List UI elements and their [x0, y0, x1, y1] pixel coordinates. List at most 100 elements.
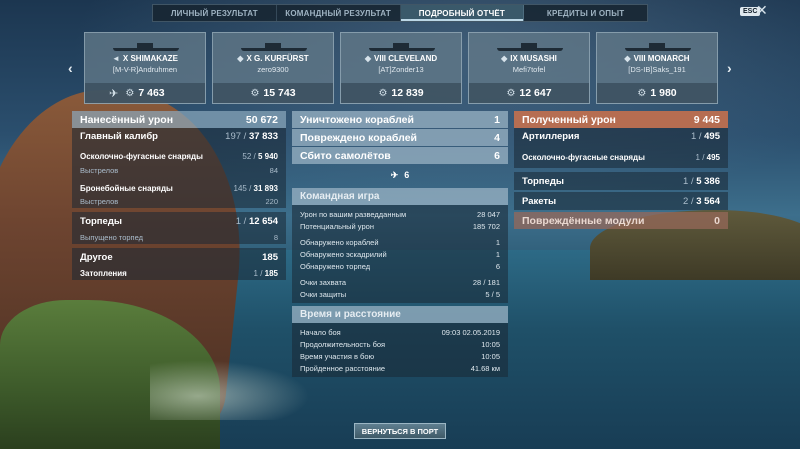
player-name: [M-V-R]Andruhmen — [112, 65, 178, 74]
participation-time-row: Время участия в бою 10:05 — [292, 350, 508, 362]
torpedoes-launched-row: Выпущено торпед 8 — [72, 230, 286, 244]
damage-value: 12 839 — [391, 87, 424, 99]
torpedoes-spotted-value: 6 — [495, 261, 500, 271]
damage-received-panel: Полученный урон 9 445 Артиллерия 1 / 495… — [514, 111, 728, 229]
player-name: zero9300 — [257, 65, 289, 74]
ship-name: ◆ VIII CLEVELAND — [341, 54, 461, 63]
rockets-value: 2 / 3 564 — [683, 195, 720, 207]
player-name: Mefi7tofel — [512, 65, 546, 74]
potential-damage-row: Потенциальный урон 185 702 — [292, 220, 508, 232]
capture-points-row: Очки захвата 28 / 181 — [292, 276, 508, 288]
other-row: Другое 185 — [72, 248, 286, 266]
flooding-value: 1 / 185 — [253, 268, 278, 278]
torpedoes-value: 1 / 12 654 — [235, 215, 278, 227]
artillery-block: Артиллерия 1 / 495 Осколочно-фугасные сн… — [514, 128, 728, 168]
player-name: [AT]Zonder13 — [378, 65, 424, 74]
damage-value: 15 743 — [263, 87, 296, 99]
ship-class-icon: ◆ — [624, 54, 631, 63]
ship-silhouette-icon — [625, 43, 691, 51]
ap-shells-row: Бронебойные снаряды 145 / 31 893 — [72, 180, 286, 196]
ship-name-text: X SHIMAKAZE — [122, 54, 179, 63]
carousel-next-icon[interactable]: › — [727, 60, 732, 76]
ap-shots-value: 220 — [265, 196, 278, 206]
ship-class-icon: ◄ — [111, 54, 120, 63]
ship-silhouette-icon — [497, 43, 563, 51]
torpedoes-spotted-row: Обнаружено торпед 6 — [292, 260, 508, 272]
ships-damaged-row: Повреждено кораблей 4 — [292, 129, 508, 146]
torpedoes-launched-label: Выпущено торпед — [80, 232, 143, 242]
card-footer: ⚙ 7 463 — [85, 83, 205, 103]
ship-card[interactable]: ◆ VIII MONARCH [DS-IB]Saks_191 ⚙ 1 980 — [596, 32, 718, 104]
ship-card[interactable]: ◄ X SHIMAKAZE [M-V-R]Andruhmen ⚙ 7 463 ✈ — [84, 32, 206, 104]
battle-duration-row: Продолжительность боя 10:05 — [292, 338, 508, 350]
ship-card[interactable]: ◆ VIII CLEVELAND [AT]Zonder13 ⚙ 12 839 — [340, 32, 462, 104]
main-battery-block: Главный калибр 197 / 37 833 Осколочно-фу… — [72, 128, 286, 208]
artillery-row: Артиллерия 1 / 495 — [514, 128, 728, 145]
battle-start-value: 09:03 02.05.2019 — [441, 327, 500, 337]
return-to-port-button[interactable]: ВЕРНУТЬСЯ В ПОРТ — [354, 423, 446, 439]
planes-shot-down-label: Сбито самолётов — [300, 149, 391, 162]
carousel-prev-icon[interactable]: ‹ — [68, 60, 73, 76]
ship-name: ◄ X SHIMAKAZE — [85, 54, 205, 63]
rockets-label: Ракеты — [522, 195, 557, 207]
planes-shot-down-value: 6 — [494, 149, 500, 162]
damage-received-header: Полученный урон 9 445 — [514, 111, 728, 128]
received-torpedoes-value: 1 / 5 386 — [683, 175, 720, 187]
damaged-modules-value: 0 — [714, 214, 720, 227]
damage-dealt-title: Нанесённый урон — [80, 113, 174, 126]
planes-shot-down-row: Сбито самолётов 6 — [292, 147, 508, 164]
tab-personal-result[interactable]: ЛИЧНЫЙ РЕЗУЛЬТАТ — [153, 5, 277, 21]
ship-name: ◆ VIII MONARCH — [597, 54, 717, 63]
ships-damaged-value: 4 — [494, 131, 500, 144]
tab-team-result[interactable]: КОМАНДНЫЙ РЕЗУЛЬТАТ — [277, 5, 401, 21]
report-tabs: ЛИЧНЫЙ РЕЗУЛЬТАТ КОМАНДНЫЙ РЕЗУЛЬТАТ ПОД… — [152, 4, 648, 22]
potential-damage-label: Потенциальный урон — [300, 221, 374, 231]
damage-icon: ⚙ — [637, 87, 647, 99]
distance-value: 41.68 км — [470, 363, 500, 373]
ship-name: ◆ X G. KURFÜRST — [213, 54, 333, 63]
ship-card[interactable]: ◆ X G. KURFÜRST zero9300 ⚙ 15 743 — [212, 32, 334, 104]
card-footer: ⚙ 15 743 — [213, 83, 333, 103]
card-footer: ⚙ 12 647 — [469, 83, 589, 103]
battle-duration-label: Продолжительность боя — [300, 339, 386, 349]
ap-shells-value: 145 / 31 893 — [233, 183, 278, 193]
ap-shots-label: Выстрелов — [80, 196, 119, 206]
capture-points-label: Очки захвата — [300, 277, 347, 287]
team-play-title: Командная игра — [300, 191, 380, 202]
torpedoes-block: Торпеды 1 / 12 654 Выпущено торпед 8 — [72, 212, 286, 244]
damage-received-total: 9 445 — [693, 113, 720, 126]
tab-credits-xp[interactable]: КРЕДИТЫ И ОПЫТ — [524, 5, 647, 21]
torpedoes-row: Торпеды 1 / 12 654 — [72, 212, 286, 230]
battle-duration-value: 10:05 — [481, 339, 500, 349]
damage-received-title: Полученный урон — [522, 113, 616, 126]
time-distance-block: Начало боя 09:03 02.05.2019 Продолжитель… — [292, 323, 508, 377]
ships-spotted-label: Обнаружено кораблей — [300, 237, 379, 247]
potential-damage-value: 185 702 — [472, 221, 500, 231]
artillery-value: 1 / 495 — [690, 131, 720, 142]
other-value: 185 — [262, 251, 278, 263]
ship-name-text: VIII MONARCH — [633, 54, 690, 63]
tab-detailed-report[interactable]: ПОДРОБНЫЙ ОТЧЁТ — [400, 5, 525, 21]
main-battery-row: Главный калибр 197 / 37 833 — [72, 128, 286, 144]
damage-dealt-header: Нанесённый урон 50 672 — [72, 111, 286, 128]
torpedoes-label: Торпеды — [80, 215, 122, 227]
squadrons-spotted-label: Обнаружено эскадрилий — [300, 249, 387, 259]
ship-name: ◆ IX MUSASHI — [469, 54, 589, 63]
defense-points-label: Очки защиты — [300, 289, 347, 299]
card-footer: ⚙ 1 980 — [597, 83, 717, 103]
other-block: Другое 185 Затопления 1 / 185 — [72, 248, 286, 280]
crosshair-plane-icon: ✈ — [390, 169, 399, 180]
he-shots-label: Выстрелов — [80, 165, 119, 175]
ap-shells-label: Бронебойные снаряды — [80, 183, 173, 193]
team-play-header: Командная игра — [292, 188, 508, 205]
ships-destroyed-label: Уничтожено кораблей — [300, 113, 414, 126]
kills-team-panel: Уничтожено кораблей 1 Повреждено корабле… — [292, 111, 508, 377]
team-play-block: Урон по вашим разведданным 28 047 Потенц… — [292, 205, 508, 303]
received-torpedoes-row: Торпеды 1 / 5 386 — [514, 172, 728, 190]
damaged-modules-label: Повреждённые модули — [522, 214, 645, 227]
participation-time-value: 10:05 — [481, 351, 500, 361]
participation-time-label: Время участия в бою — [300, 351, 375, 361]
ship-card[interactable]: ◆ IX MUSASHI Mefi7tofel ⚙ 12 647 — [468, 32, 590, 104]
close-icon[interactable]: ✕ — [756, 3, 768, 17]
torpedoes-launched-value: 8 — [273, 232, 278, 242]
